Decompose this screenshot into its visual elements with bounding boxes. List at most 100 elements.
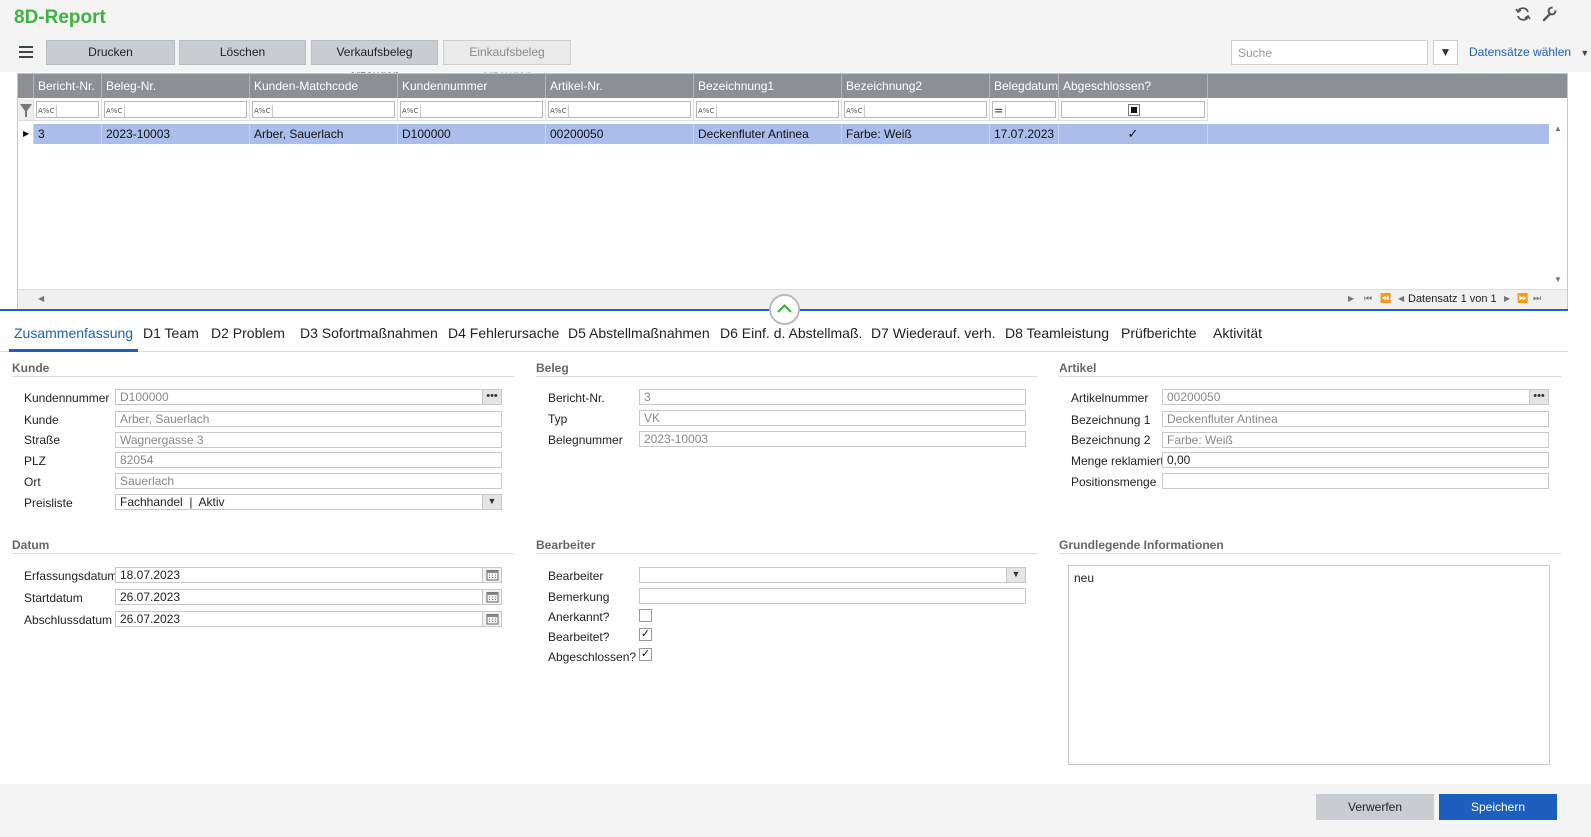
calendar-icon[interactable] bbox=[482, 612, 501, 626]
preisliste-select[interactable]: Fachhandel | Aktiv ▼ bbox=[115, 494, 502, 510]
cell-bericht-nr: 3 bbox=[34, 124, 102, 144]
filter-cell[interactable]: A%C bbox=[250, 99, 398, 121]
chevron-up-icon bbox=[777, 303, 792, 313]
print-button[interactable]: Drucken bbox=[46, 40, 175, 65]
collapse-grid-button[interactable] bbox=[769, 294, 800, 325]
pager-next-page-icon[interactable]: ⏩ bbox=[1517, 293, 1528, 304]
belegnummer-field[interactable]: 2023-10003 bbox=[639, 431, 1026, 447]
filter-checkbox-indeterminate[interactable] bbox=[1128, 104, 1140, 116]
caret-down-icon[interactable]: ▼ bbox=[482, 495, 501, 509]
label-ort: Ort bbox=[24, 475, 41, 489]
bericht-nr-field[interactable]: 3 bbox=[639, 389, 1026, 405]
col-header-bezeichnung2[interactable]: Bezeichnung2 bbox=[842, 74, 990, 98]
pager-next-icon[interactable]: ▶ bbox=[1348, 294, 1354, 303]
scroll-left-arrow-icon[interactable]: ◀ bbox=[38, 294, 44, 303]
label-preisliste: Preisliste bbox=[24, 496, 73, 510]
scroll-up-arrow-icon[interactable]: ▲ bbox=[1554, 124, 1562, 133]
tab-d2-problem[interactable]: D2 Problem bbox=[211, 325, 285, 351]
create-sales-document-button[interactable]: Verkaufsbeleg erzeugen bbox=[311, 40, 438, 82]
abschlussdatum-field[interactable]: 26.07.2023 bbox=[115, 611, 502, 627]
plz-field[interactable]: 82054 bbox=[115, 452, 502, 468]
kunde-field[interactable]: Arber, Sauerlach bbox=[115, 411, 502, 427]
pager-first-icon[interactable]: ⏮ bbox=[1364, 293, 1372, 304]
pager-next-record-icon[interactable]: ▶ bbox=[1504, 294, 1510, 303]
discard-button[interactable]: Verwerfen bbox=[1316, 794, 1434, 820]
filter-cell[interactable]: A%C bbox=[102, 99, 250, 121]
tab-d4-fehlerursache[interactable]: D4 Fehlerursache bbox=[448, 325, 559, 351]
section-title-datum: Datum bbox=[12, 538, 50, 552]
filter-cell-checkbox[interactable] bbox=[1059, 99, 1208, 121]
filter-operator-icon: A%C bbox=[846, 105, 866, 117]
col-header-bezeichnung1[interactable]: Bezeichnung1 bbox=[694, 74, 842, 98]
col-header-artikel-nr[interactable]: Artikel-Nr. bbox=[546, 74, 694, 98]
filter-cell[interactable]: A%C bbox=[842, 99, 990, 121]
kundennummer-field[interactable]: D100000 ••• bbox=[115, 389, 502, 405]
filter-cell[interactable]: A%C bbox=[34, 99, 102, 121]
artikelnummer-field[interactable]: 00200050 ••• bbox=[1162, 389, 1549, 405]
filter-row-icon[interactable] bbox=[18, 99, 34, 121]
section-title-beleg: Beleg bbox=[536, 361, 569, 375]
calendar-icon[interactable] bbox=[482, 568, 501, 582]
menge-reklamiert-field[interactable]: 0,00 bbox=[1162, 452, 1549, 468]
preisliste-value: Fachhandel | Aktiv bbox=[120, 495, 225, 509]
bezeichnung-2-field[interactable]: Farbe: Weiß bbox=[1162, 432, 1549, 448]
col-header-kundennummer[interactable]: Kundennummer bbox=[398, 74, 546, 98]
bearbeitet-checkbox[interactable]: ✓ bbox=[639, 628, 652, 641]
tab-d1-team[interactable]: D1 Team bbox=[143, 325, 199, 351]
filter-dropdown-button[interactable]: ▼ bbox=[1433, 40, 1458, 65]
records-select-dropdown[interactable]: Datensätze wählen ▼ bbox=[1469, 45, 1589, 59]
scroll-down-arrow-icon[interactable]: ▼ bbox=[1554, 275, 1562, 284]
bearbeiter-select[interactable]: ▼ bbox=[639, 567, 1026, 583]
col-header-bericht-nr[interactable]: Bericht-Nr. bbox=[34, 74, 102, 98]
col-header-abgeschlossen[interactable]: Abgeschlossen? bbox=[1059, 74, 1208, 98]
filter-cell[interactable]: A%C bbox=[546, 99, 694, 121]
col-header-belegdatum[interactable]: Belegdatum bbox=[990, 74, 1059, 98]
filter-cell[interactable]: A%C bbox=[398, 99, 546, 121]
vertical-scrollbar[interactable]: ▲ ▼ bbox=[1551, 124, 1567, 289]
positionsmenge-field[interactable] bbox=[1162, 473, 1549, 489]
tab-d8-teamleistung[interactable]: D8 Teamleistung bbox=[1005, 325, 1109, 351]
grid-header-filler bbox=[1208, 74, 1567, 98]
pager-last-icon[interactable]: ⏭ bbox=[1533, 293, 1541, 304]
pager-prev-icon[interactable]: ◀ bbox=[1398, 294, 1404, 303]
filter-cell[interactable]: A%C bbox=[694, 99, 842, 121]
table-row[interactable]: ▶ 3 2023-10003 Arber, Sauerlach D100000 … bbox=[18, 124, 1549, 144]
ellipsis-icon[interactable]: ••• bbox=[482, 390, 501, 404]
tab-pruefberichte[interactable]: Prüfberichte bbox=[1121, 325, 1196, 351]
filter-operator-icon: A%C bbox=[402, 105, 422, 117]
typ-field[interactable]: VK bbox=[639, 410, 1026, 426]
bezeichnung-1-field[interactable]: Deckenfluter Antinea bbox=[1162, 411, 1549, 427]
pager-prev-page-icon[interactable]: ⏪ bbox=[1380, 293, 1391, 304]
save-button[interactable]: Speichern bbox=[1439, 794, 1557, 820]
strasse-field[interactable]: Wagnergasse 3 bbox=[115, 432, 502, 448]
tab-d7-wiederauf-verh[interactable]: D7 Wiederauf. verh. bbox=[871, 325, 996, 351]
wrench-icon[interactable] bbox=[1541, 6, 1557, 22]
tab-aktivitaet[interactable]: Aktivität bbox=[1213, 325, 1262, 351]
tab-zusammenfassung[interactable]: Zusammenfassung bbox=[9, 325, 139, 352]
caret-down-icon: ▼ bbox=[1580, 48, 1590, 58]
refresh-icon[interactable] bbox=[1515, 6, 1531, 22]
delete-button[interactable]: Löschen bbox=[179, 40, 306, 65]
abgeschlossen-checkbox[interactable]: ✓ bbox=[639, 648, 652, 661]
anerkannt-checkbox[interactable] bbox=[639, 609, 652, 622]
grid-header-corner bbox=[18, 74, 34, 98]
ort-field[interactable]: Sauerlach bbox=[115, 473, 502, 489]
ellipsis-icon[interactable]: ••• bbox=[1529, 390, 1548, 404]
search-input[interactable] bbox=[1231, 40, 1428, 65]
top-bar: 8D-Report Drucken Löschen Verkaufsbeleg … bbox=[0, 0, 1591, 82]
row-indicator: ▶ bbox=[18, 124, 34, 144]
calendar-icon[interactable] bbox=[482, 590, 501, 604]
bemerkung-field[interactable] bbox=[639, 588, 1026, 604]
col-header-kunden-matchcode[interactable]: Kunden-Matchcode bbox=[250, 74, 398, 98]
startdatum-field[interactable]: 26.07.2023 bbox=[115, 589, 502, 605]
erfassungsdatum-field[interactable]: 18.07.2023 bbox=[115, 567, 502, 583]
caret-down-icon[interactable]: ▼ bbox=[1006, 568, 1025, 582]
tab-d5-abstellmassnahmen[interactable]: D5 Abstellmaßnahmen bbox=[568, 325, 710, 351]
filter-cell[interactable]: = bbox=[990, 99, 1059, 121]
hamburger-menu-icon[interactable] bbox=[18, 44, 34, 60]
grundlegende-informationen-textarea[interactable]: neu bbox=[1068, 565, 1550, 765]
tab-d6-einf-abstellmass[interactable]: D6 Einf. d. Abstellmaß. bbox=[720, 325, 862, 351]
col-header-beleg-nr[interactable]: Beleg-Nr. bbox=[102, 74, 250, 98]
create-purchase-document-button[interactable]: Einkaufsbeleg erzeugen bbox=[443, 40, 571, 82]
tab-d3-sofortmassnahmen[interactable]: D3 Sofortmaßnahmen bbox=[300, 325, 438, 351]
